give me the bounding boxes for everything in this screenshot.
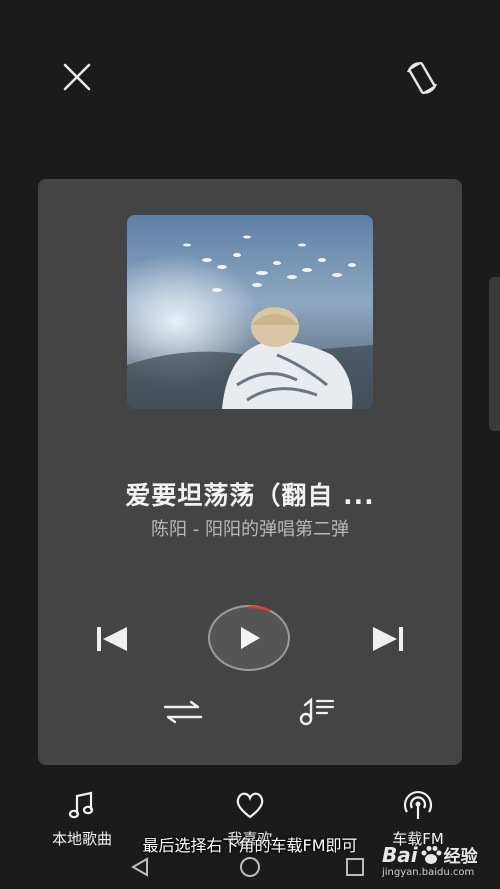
close-icon <box>63 63 91 91</box>
home-circle-icon <box>240 857 260 877</box>
rotate-screen-button[interactable] <box>400 56 444 100</box>
skip-next-icon <box>373 627 403 651</box>
nav-back-button[interactable] <box>128 856 158 880</box>
heart-icon <box>236 792 264 819</box>
repeat-sequence-icon <box>163 700 203 724</box>
skip-previous-icon <box>97 627 127 651</box>
play-button[interactable] <box>208 605 290 671</box>
watermark-cn-text: 经验 <box>443 847 478 867</box>
side-scroll-handle[interactable] <box>489 277 500 431</box>
nav-home-button[interactable] <box>238 855 264 881</box>
close-button[interactable] <box>55 55 99 99</box>
car-fm-icon <box>403 791 433 819</box>
watermark-logo-text: Bai <box>382 842 418 867</box>
song-subtitle: 陈阳 - 阳阳的弹唱第二弹 <box>151 519 349 540</box>
playlist-icon <box>299 697 335 726</box>
progress-ring <box>248 605 271 613</box>
album-cover[interactable] <box>127 215 373 409</box>
previous-button[interactable] <box>90 619 134 659</box>
watermark-url: jingyan.baidu.com <box>382 867 475 878</box>
music-note-icon <box>68 791 94 819</box>
play-mode-button[interactable] <box>160 695 206 729</box>
next-button[interactable] <box>366 619 410 659</box>
back-triangle-icon <box>130 857 148 877</box>
song-title: 爱要坦荡荡（翻自 ... <box>125 481 375 510</box>
recents-square-icon <box>346 858 364 876</box>
nav-recents-button[interactable] <box>345 857 369 879</box>
rotate-screen-icon <box>406 61 438 95</box>
player-card: 爱要坦荡荡（翻自 ... 陈阳 - 阳阳的弹唱第二弹 <box>38 179 462 765</box>
paw-icon <box>421 845 442 864</box>
playlist-button[interactable] <box>294 693 340 729</box>
baidu-jingyan-watermark: Bai 经验 jingyan.baidu.com <box>382 842 500 886</box>
